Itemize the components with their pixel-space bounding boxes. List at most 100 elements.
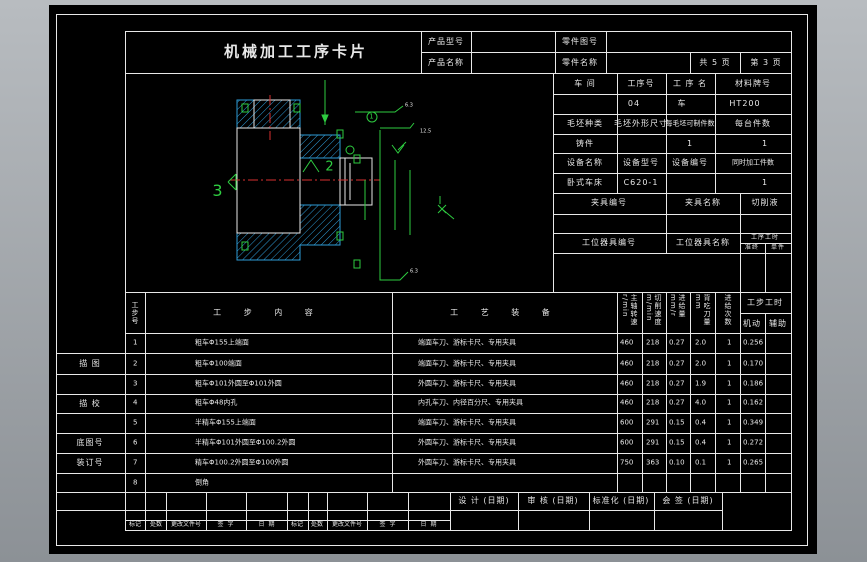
- step-speed: 600: [620, 418, 634, 427]
- product-name-label: 产品名称: [428, 58, 464, 67]
- step-content: 精车Φ100.2外圆至Φ100外圆: [195, 458, 289, 467]
- product-model-label: 产品型号: [428, 37, 464, 46]
- view-label-1: 1: [369, 112, 375, 121]
- pieces-per-unit-label: 每台件数: [735, 119, 771, 128]
- step-cut-speed: 218: [646, 379, 660, 388]
- footer-mark-label-2: 标记: [290, 521, 304, 528]
- step-equipment: 内孔车刀、内径百分尺、专用夹具: [418, 398, 523, 407]
- view-label-3: 3: [212, 181, 224, 200]
- step-content: 粗车Φ48内孔: [195, 398, 238, 407]
- col-depth: 背吃刀量 mm: [694, 294, 711, 326]
- step-speed: 750: [620, 458, 634, 467]
- simultaneous-value: 1: [761, 178, 769, 187]
- step-feed: 0.10: [669, 458, 685, 467]
- step-depth: 2.0: [695, 359, 707, 368]
- process-name-label: 工 序 名: [672, 79, 708, 88]
- step-speed: 460: [620, 338, 634, 347]
- step-no: 6: [133, 438, 138, 447]
- footer-count-label-2: 处数: [310, 521, 324, 528]
- step-passes: 1: [727, 438, 732, 447]
- process-no-label: 工序号: [627, 79, 655, 88]
- col-feed: 进给量 mm/r: [669, 294, 686, 318]
- step-feed: 0.27: [669, 379, 685, 388]
- step-speed: 460: [620, 379, 634, 388]
- process-hours-label: 工序工时: [750, 234, 780, 241]
- step-machine-time: 0.349: [743, 418, 764, 427]
- part-name-label: 零件名称: [562, 58, 598, 67]
- footer-standard-label: 标准化 (日期): [592, 496, 650, 505]
- footer-signature-label-2: 签 字: [379, 521, 397, 528]
- equipment-model-value: C620-1: [623, 178, 659, 187]
- step-cut-speed: 363: [646, 458, 660, 467]
- fixture-name-label: 夹具名称: [685, 198, 721, 207]
- step-feed: 0.27: [669, 398, 685, 407]
- hours-unit-label: 单件: [770, 244, 786, 251]
- step-content: 倒角: [195, 478, 209, 487]
- hours-prep-label: 准终: [744, 244, 760, 251]
- step-feed: 0.15: [669, 418, 685, 427]
- step-passes: 1: [727, 398, 732, 407]
- roughness-b: 12.5: [420, 128, 432, 135]
- part-drawing: [227, 80, 455, 281]
- step-depth: 2.0: [695, 338, 707, 347]
- step-no: 3: [133, 379, 138, 388]
- col-aux-time: 辅助: [769, 319, 787, 328]
- step-speed: 600: [620, 438, 634, 447]
- step-content: 粗车Φ101外圆至Φ101外圆: [195, 379, 282, 388]
- col-step-no: 工步号: [131, 301, 139, 325]
- step-content: 半精车Φ101外圆至Φ100.2外圆: [195, 438, 296, 447]
- station-tool-no-label: 工位器具编号: [582, 238, 636, 247]
- material-value: HT200: [729, 99, 761, 108]
- col-equipment: 工 艺 装 备: [450, 308, 560, 317]
- material-label: 材料牌号: [735, 79, 771, 88]
- step-no: 1: [133, 338, 138, 347]
- equipment-name-label: 设备名称: [567, 158, 603, 167]
- side-drawing-no-label: 底图号: [76, 438, 104, 447]
- step-no: 4: [133, 398, 138, 407]
- step-passes: 1: [727, 458, 732, 467]
- step-no: 7: [133, 458, 138, 467]
- station-tool-name-label: 工位器具名称: [676, 238, 730, 247]
- footer-mark-label: 标记: [128, 521, 142, 528]
- step-machine-time: 0.272: [743, 438, 764, 447]
- step-machine-time: 0.186: [743, 379, 764, 388]
- footer-signature-label: 签 字: [217, 521, 235, 528]
- step-cut-speed: 291: [646, 418, 660, 427]
- step-content: 粗车Φ155上端面: [195, 338, 249, 347]
- step-content: 粗车Φ100端面: [195, 359, 242, 368]
- equipment-name-value: 卧式车床: [567, 178, 603, 187]
- footer-sign-label: 会 签 (日期): [662, 496, 714, 505]
- part-number-label: 零件图号: [562, 37, 598, 46]
- blank-pieces-label: 每毛坯可制件数: [665, 119, 715, 128]
- footer-file-label: 更改文件号: [170, 521, 202, 528]
- step-machine-time: 0.256: [743, 338, 764, 347]
- col-step-hours: 工步工时: [747, 298, 783, 307]
- simultaneous-label: 同时加工件数: [732, 158, 774, 167]
- workshop-label: 车 间: [574, 79, 596, 88]
- blank-type-value: 铸件: [576, 139, 594, 148]
- step-equipment: 外圆车刀、游标卡尺、专用夹具: [418, 438, 516, 447]
- step-depth: 1.9: [695, 379, 707, 388]
- blank-size-label: 毛坯外形尺寸: [614, 119, 668, 128]
- step-feed: 0.15: [669, 438, 685, 447]
- equipment-no-label: 设备编号: [672, 158, 708, 167]
- step-cut-speed: 218: [646, 359, 660, 368]
- step-cut-speed: 218: [646, 398, 660, 407]
- process-name-value: 车: [677, 99, 687, 108]
- step-cut-speed: 291: [646, 438, 660, 447]
- side-check-label: 描 校: [79, 399, 101, 408]
- step-equipment: 外圆车刀、游标卡尺、专用夹具: [418, 379, 516, 388]
- equipment-model-label: 设备型号: [623, 158, 659, 167]
- step-machine-time: 0.162: [743, 398, 764, 407]
- coolant-label: 切削液: [751, 198, 779, 207]
- blank-pieces-value: 1: [686, 139, 694, 148]
- step-no: 5: [133, 418, 138, 427]
- step-equipment: 端面车刀、游标卡尺、专用夹具: [418, 359, 516, 368]
- footer-design-label: 设 计 (日期): [458, 496, 510, 505]
- side-binding-no-label: 装订号: [76, 458, 104, 467]
- step-speed: 460: [620, 398, 634, 407]
- step-content: 半精车Φ155上端面: [195, 418, 256, 427]
- inner-border: [125, 31, 792, 531]
- step-equipment: 外圆车刀、游标卡尺、专用夹具: [418, 458, 516, 467]
- step-passes: 1: [727, 359, 732, 368]
